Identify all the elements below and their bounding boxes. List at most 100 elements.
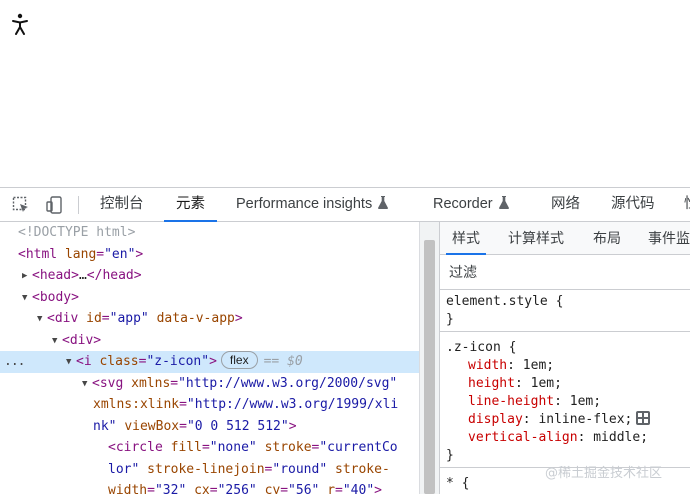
- attr-value: "0 0 512 512": [186, 418, 289, 434]
- tab-recorder[interactable]: Recorder: [433, 188, 509, 221]
- prop-name: height: [468, 376, 515, 391]
- tab-network[interactable]: 网络: [551, 188, 580, 221]
- tab-label: 网络: [551, 196, 580, 212]
- tab-label: 控制台: [100, 196, 144, 212]
- device-toolbar-icon[interactable]: [44, 194, 66, 216]
- collapse-arrow-icon[interactable]: ▼: [22, 288, 32, 310]
- collapse-arrow-icon[interactable]: ▼: [82, 374, 92, 396]
- attr-name: width: [108, 483, 148, 494]
- attr-value: "en": [104, 246, 136, 262]
- attr-name: cy: [264, 483, 281, 494]
- selector-text: element.style {: [446, 294, 564, 309]
- elements-scrollbar[interactable]: [419, 222, 439, 494]
- prop-value: 1em;: [522, 358, 555, 373]
- tab-sources[interactable]: 源代码: [611, 188, 655, 221]
- scroll-thumb[interactable]: [424, 240, 435, 494]
- dom-node-circle-cont1: lor" stroke-linejoin="round" stroke-: [108, 461, 390, 477]
- attr-name: xmlns: [131, 375, 171, 391]
- attr-value: "40": [342, 483, 375, 494]
- collapse-arrow-icon[interactable]: ▼: [52, 331, 62, 353]
- prop-name: vertical-align: [468, 430, 578, 445]
- css-prop-width[interactable]: width: 1em;: [468, 357, 554, 375]
- accessibility-icon[interactable]: [10, 13, 30, 35]
- flex-badge[interactable]: flex: [220, 351, 258, 369]
- collapsed-ellipsis[interactable]: …: [79, 268, 87, 283]
- sub-tab-styles[interactable]: 样式: [446, 222, 486, 255]
- tag-text: <body>: [32, 289, 79, 305]
- rule-selector[interactable]: .z-icon {: [446, 339, 516, 357]
- collapse-arrow-icon[interactable]: ▼: [66, 352, 76, 374]
- tab-performance-insights[interactable]: Performance insights: [236, 188, 389, 221]
- elements-tree[interactable]: <!DOCTYPE html> <html lang="en"> ▶ <head>…: [0, 222, 419, 494]
- watermark: @稀土掘金技术社区: [545, 466, 663, 481]
- dom-node-i-selected[interactable]: ... ▼ <i class="z-icon"> flex == $0: [0, 351, 419, 373]
- attr-value: "http://www.w3.org/1999/xli: [186, 397, 399, 412]
- attr-name: stroke-: [335, 461, 390, 477]
- tag-text: <html: [18, 246, 58, 262]
- dom-node-div-app[interactable]: ▼ <div id="app" data-v-app>: [37, 308, 243, 330]
- sub-tab-event-listeners[interactable]: 事件监: [648, 222, 690, 254]
- inspect-element-icon[interactable]: [10, 194, 32, 216]
- flask-icon: [498, 196, 509, 209]
- rule-divider: [440, 331, 690, 332]
- prop-value: inline-flex;: [538, 412, 633, 427]
- attr-name: fill: [170, 440, 202, 455]
- tag-text: <svg: [92, 375, 124, 391]
- sub-tab-layout[interactable]: 布局: [593, 222, 621, 254]
- attr-value: "http://www.w3.org/2000/svg": [178, 375, 398, 391]
- css-prop-vertical-align[interactable]: vertical-align: middle;: [468, 429, 648, 447]
- universal-selector[interactable]: * {: [446, 475, 469, 493]
- attr-name: lang: [64, 246, 97, 262]
- dom-node-circle[interactable]: <circle fill="none" stroke="currentCo: [108, 437, 398, 459]
- tab-label: Recorder: [433, 196, 493, 212]
- tag-text: <div: [47, 311, 79, 326]
- dom-node-circle-cont2: width="32" cx="256" cy="56" r="40">: [108, 480, 382, 494]
- dom-node-html[interactable]: <html lang="en">: [18, 244, 143, 266]
- dom-node-doctype[interactable]: <!DOCTYPE html>: [18, 222, 135, 244]
- prop-name: width: [468, 358, 508, 373]
- attr-value: "none": [209, 440, 257, 455]
- styles-pane: 样式 计算样式 布局 事件监 过滤 element.style { } .z-i…: [439, 222, 690, 494]
- tab-label: 元素: [176, 196, 205, 212]
- more-options-icon[interactable]: ...: [4, 351, 26, 373]
- collapse-arrow-icon[interactable]: ▼: [37, 309, 47, 331]
- element-style-selector[interactable]: element.style {: [446, 293, 563, 311]
- prop-value: middle;: [593, 430, 649, 445]
- attr-value: "32": [154, 483, 187, 494]
- dom-node-body[interactable]: ▼ <body>: [22, 287, 79, 309]
- attr-name: r: [327, 483, 336, 494]
- attr-name: cx: [194, 483, 210, 494]
- tab-label: 计算样式: [508, 230, 564, 246]
- filter-placeholder: 过滤: [449, 264, 477, 280]
- selector-text: * {: [446, 476, 470, 491]
- tab-label: 源代码: [611, 196, 655, 212]
- tab-label: 事件监: [648, 230, 690, 246]
- attr-name: stroke: [264, 440, 312, 455]
- tag-text: <i: [76, 354, 92, 369]
- tab-console[interactable]: 控制台: [100, 188, 144, 221]
- tag-text: </head>: [86, 268, 142, 283]
- css-prop-height[interactable]: height: 1em;: [468, 375, 562, 393]
- dom-node-head[interactable]: ▶ <head>…</head>: [22, 265, 142, 287]
- tab-elements[interactable]: 元素: [164, 188, 217, 222]
- dom-node-svg-cont1: xmlns:xlink="http://www.w3.org/1999/xli: [93, 397, 399, 412]
- attr-value: "app": [109, 311, 149, 326]
- dom-node-svg[interactable]: ▼ <svg xmlns="http://www.w3.org/2000/svg": [82, 373, 397, 395]
- brace-text: }: [446, 312, 454, 327]
- flask-icon: [378, 196, 389, 209]
- css-prop-line-height[interactable]: line-height: 1em;: [468, 393, 601, 411]
- attr-value: nk": [93, 418, 117, 434]
- styles-filter-input[interactable]: 过滤: [440, 255, 690, 290]
- css-prop-display[interactable]: display: inline-flex;: [468, 411, 651, 429]
- attr-value: "currentCo: [319, 440, 398, 455]
- close-brace: }: [446, 447, 454, 465]
- dom-node-div[interactable]: ▼ <div>: [52, 330, 101, 352]
- attr-value: "256": [217, 483, 257, 494]
- devtools-toolbar: 控制台 元素 Performance insights Recorder 网络 …: [0, 188, 690, 222]
- expand-arrow-icon[interactable]: ▶: [22, 266, 32, 288]
- flexbox-editor-icon[interactable]: [636, 411, 651, 425]
- sub-tab-computed[interactable]: 计算样式: [508, 222, 564, 254]
- tab-label: 布局: [593, 230, 621, 246]
- tab-performance[interactable]: 性: [684, 188, 690, 221]
- attr-name: viewBox: [124, 418, 180, 434]
